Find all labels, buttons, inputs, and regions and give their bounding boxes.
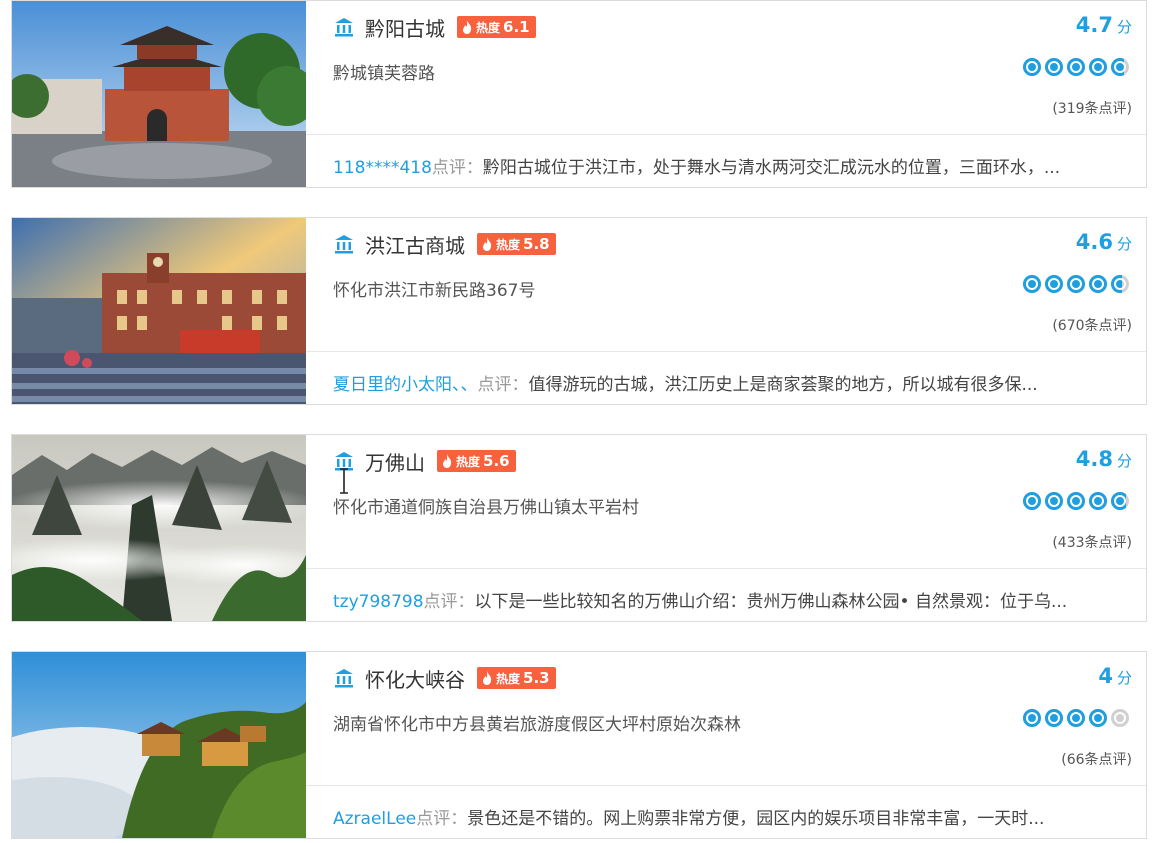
hot-score: 5.8 [523,235,550,253]
title-row: 万佛山 热度 5.6 [333,447,516,476]
comment-snippet[interactable]: 118****418点评：黔阳古城位于洪江市，处于舞水与清水两河交汇成沅水的位置… [333,153,1116,178]
rating-circles [1020,491,1130,511]
comment-user[interactable]: tzy798798 [333,592,424,612]
score-value: 4.8 [1075,447,1113,471]
rating-circle-icon [1111,58,1129,76]
score-unit: 分 [1116,18,1132,36]
attraction-address: 湖南省怀化市中方县黄岩旅游度假区大坪村原始次森林 [333,715,741,735]
flame-icon [483,671,492,685]
comment-label: 点评： [416,809,468,829]
rating-circle-icon [1089,275,1107,293]
comment-text: 值得游玩的古城，洪江历史上是商家荟聚的地方，所以城有很多保... [528,375,1038,395]
comment-snippet[interactable]: AzraelLee点评：景色还是不错的。网上购票非常方便，园区内的娱乐项目非常丰… [333,804,1116,829]
comment-text: 以下是一些比较知名的万佛山介绍：贵州万佛山森林公园• 自然景观：位于乌... [474,592,1068,612]
landmark-icon [335,18,353,37]
hot-label: 热度 [476,20,501,35]
rating-circle-icon [1111,275,1129,293]
hot-score: 5.3 [523,669,550,687]
hot-label: 热度 [496,237,521,252]
rating-circle-icon [1045,492,1063,510]
comment-text: 景色还是不错的。网上购票非常方便，园区内的娱乐项目非常丰富，一天时... [467,809,1045,829]
attraction-card[interactable]: 怀化大峡谷 热度 5.3 湖南省怀化市中方县黄岩旅游度假区大坪村原始次森林 4分… [11,651,1147,839]
rating-circle-icon [1023,709,1041,727]
comment-user[interactable]: AzraelLee [333,809,416,829]
hot-badge: 热度 5.8 [477,233,556,255]
attraction-photo[interactable] [12,435,306,621]
attraction-address: 怀化市洪江市新民路367号 [333,281,536,301]
flame-icon [463,20,472,34]
rating-circle-icon [1067,709,1085,727]
rating-circle-icon [1089,492,1107,510]
title-row: 黔阳古城 热度 6.1 [333,13,536,42]
score-value: 4.6 [1075,230,1113,254]
comment-label: 点评： [477,375,529,395]
comment-user[interactable]: 118****418 [333,158,432,178]
attraction-address: 黔城镇芙蓉路 [333,64,435,84]
attraction-photo[interactable] [12,652,306,838]
rating-circle-icon [1067,58,1085,76]
attraction-name[interactable]: 万佛山 [365,447,425,476]
flame-icon [483,237,492,251]
rating-circles [1020,57,1130,77]
score: 4.6 分 [1076,230,1132,254]
score: 4分 [1098,664,1132,688]
comment-label: 点评： [431,158,483,178]
attraction-name[interactable]: 黔阳古城 [365,13,445,42]
hot-label: 热度 [456,454,481,469]
review-count[interactable]: (433条点评) [1052,532,1132,552]
rating-circle-icon [1111,492,1129,510]
landmark-icon [335,235,353,254]
attraction-address: 怀化市通道侗族自治县万佛山镇太平岩村 [333,498,639,518]
title-row: 怀化大峡谷 热度 5.3 [333,664,556,693]
rating-circle-icon [1111,709,1129,727]
rating-circle-icon [1023,492,1041,510]
comment-text: 黔阳古城位于洪江市，处于舞水与清水两河交汇成沅水的位置，三面环水，... [482,158,1061,178]
review-count[interactable]: (670条点评) [1052,315,1132,335]
attraction-card[interactable]: 洪江古商城 热度 5.8 怀化市洪江市新民路367号 4.6 分 (670条点评)… [11,217,1147,405]
hot-badge: 热度 5.6 [437,450,516,472]
score-unit: 分 [1116,669,1132,687]
rating-circle-icon [1023,58,1041,76]
attraction-card[interactable]: 万佛山 热度 5.6 怀化市通道侗族自治县万佛山镇太平岩村 4.8 分 (433条… [11,434,1147,622]
score-unit: 分 [1116,235,1132,253]
review-count[interactable]: (66条点评) [1061,749,1132,769]
attraction-name[interactable]: 怀化大峡谷 [365,664,465,693]
rating-circle-icon [1067,492,1085,510]
comment-label: 点评： [423,592,475,612]
hot-badge: 热度 6.1 [457,16,536,38]
score-value: 4 [1098,664,1113,688]
score: 4.7 分 [1076,13,1132,37]
hot-label: 热度 [496,671,521,686]
attraction-card[interactable]: 黔阳古城 热度 6.1 黔城镇芙蓉路 4.7 分 (319条点评) 118****… [11,0,1147,188]
score-unit: 分 [1116,452,1132,470]
rating-circle-icon [1067,275,1085,293]
attraction-photo[interactable] [12,1,306,187]
review-count[interactable]: (319条点评) [1052,98,1132,118]
rating-circle-icon [1089,709,1107,727]
hot-score: 6.1 [503,18,530,36]
attraction-photo[interactable] [12,218,306,404]
comment-user[interactable]: 夏日里的小太阳、、 [333,375,478,395]
rating-circle-icon [1045,709,1063,727]
title-row: 洪江古商城 热度 5.8 [333,230,556,259]
rating-circle-icon [1045,58,1063,76]
flame-icon [443,454,452,468]
rating-circle-icon [1089,58,1107,76]
rating-circles [1020,274,1130,294]
score-value: 4.7 [1075,13,1113,37]
rating-circle-icon [1023,275,1041,293]
score: 4.8 分 [1076,447,1132,471]
text-cursor-icon [340,468,348,494]
hot-score: 5.6 [483,452,510,470]
rating-circle-icon [1045,275,1063,293]
rating-circles [1020,708,1130,728]
comment-snippet[interactable]: 夏日里的小太阳、、点评：值得游玩的古城，洪江历史上是商家荟聚的地方，所以城有很多… [333,370,1116,395]
attraction-name[interactable]: 洪江古商城 [365,230,465,259]
landmark-icon [335,669,353,688]
comment-snippet[interactable]: tzy798798点评：以下是一些比较知名的万佛山介绍：贵州万佛山森林公园• 自… [333,587,1116,612]
hot-badge: 热度 5.3 [477,667,556,689]
